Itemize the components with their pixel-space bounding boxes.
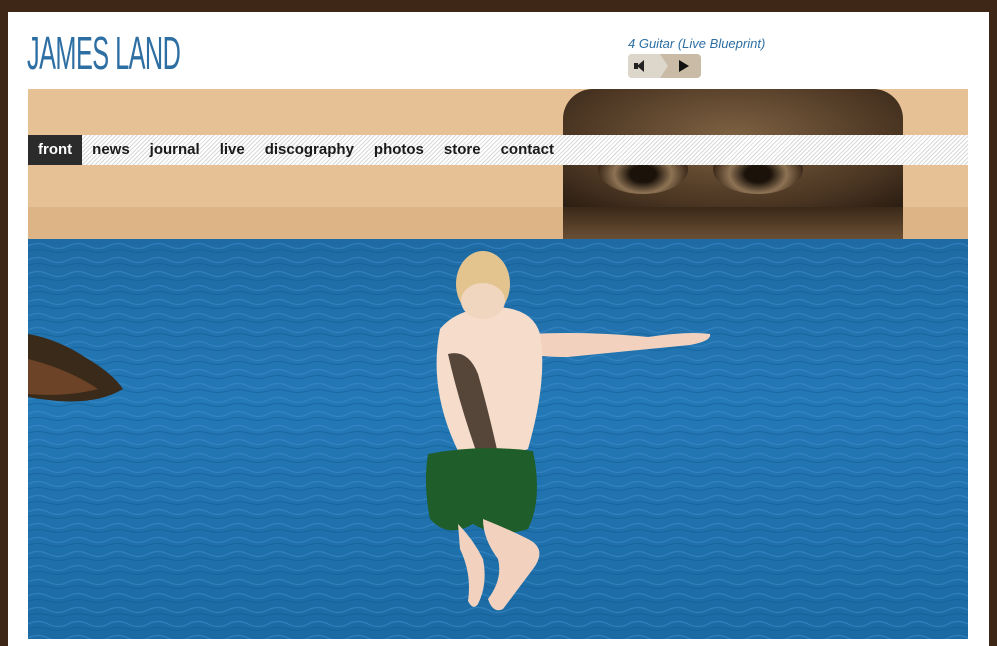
boy-diving-into-sea-image	[28, 239, 968, 639]
nav-item-front[interactable]: front	[28, 135, 83, 165]
nav-item-discography[interactable]: discography	[255, 135, 364, 165]
volume-button[interactable]	[628, 54, 668, 78]
track-title: 4 Guitar (Live Blueprint)	[628, 36, 766, 51]
page: JAMES LAND 4 Guitar (Live Blueprint) fro…	[8, 12, 989, 646]
nav-item-store[interactable]: store	[434, 135, 491, 165]
nav-item-news[interactable]: news	[82, 135, 140, 165]
nav-item-journal[interactable]: journal	[140, 135, 210, 165]
hero-image	[28, 239, 968, 639]
main-nav: front news journal live discography phot…	[28, 135, 968, 165]
speaker-icon	[634, 60, 648, 72]
nav-item-live[interactable]: live	[210, 135, 255, 165]
site-logo[interactable]: JAMES LAND	[27, 30, 181, 76]
nav-item-photos[interactable]: photos	[364, 135, 434, 165]
nav-item-contact[interactable]: contact	[491, 135, 564, 165]
audio-player	[628, 54, 701, 78]
play-icon[interactable]	[679, 60, 689, 72]
